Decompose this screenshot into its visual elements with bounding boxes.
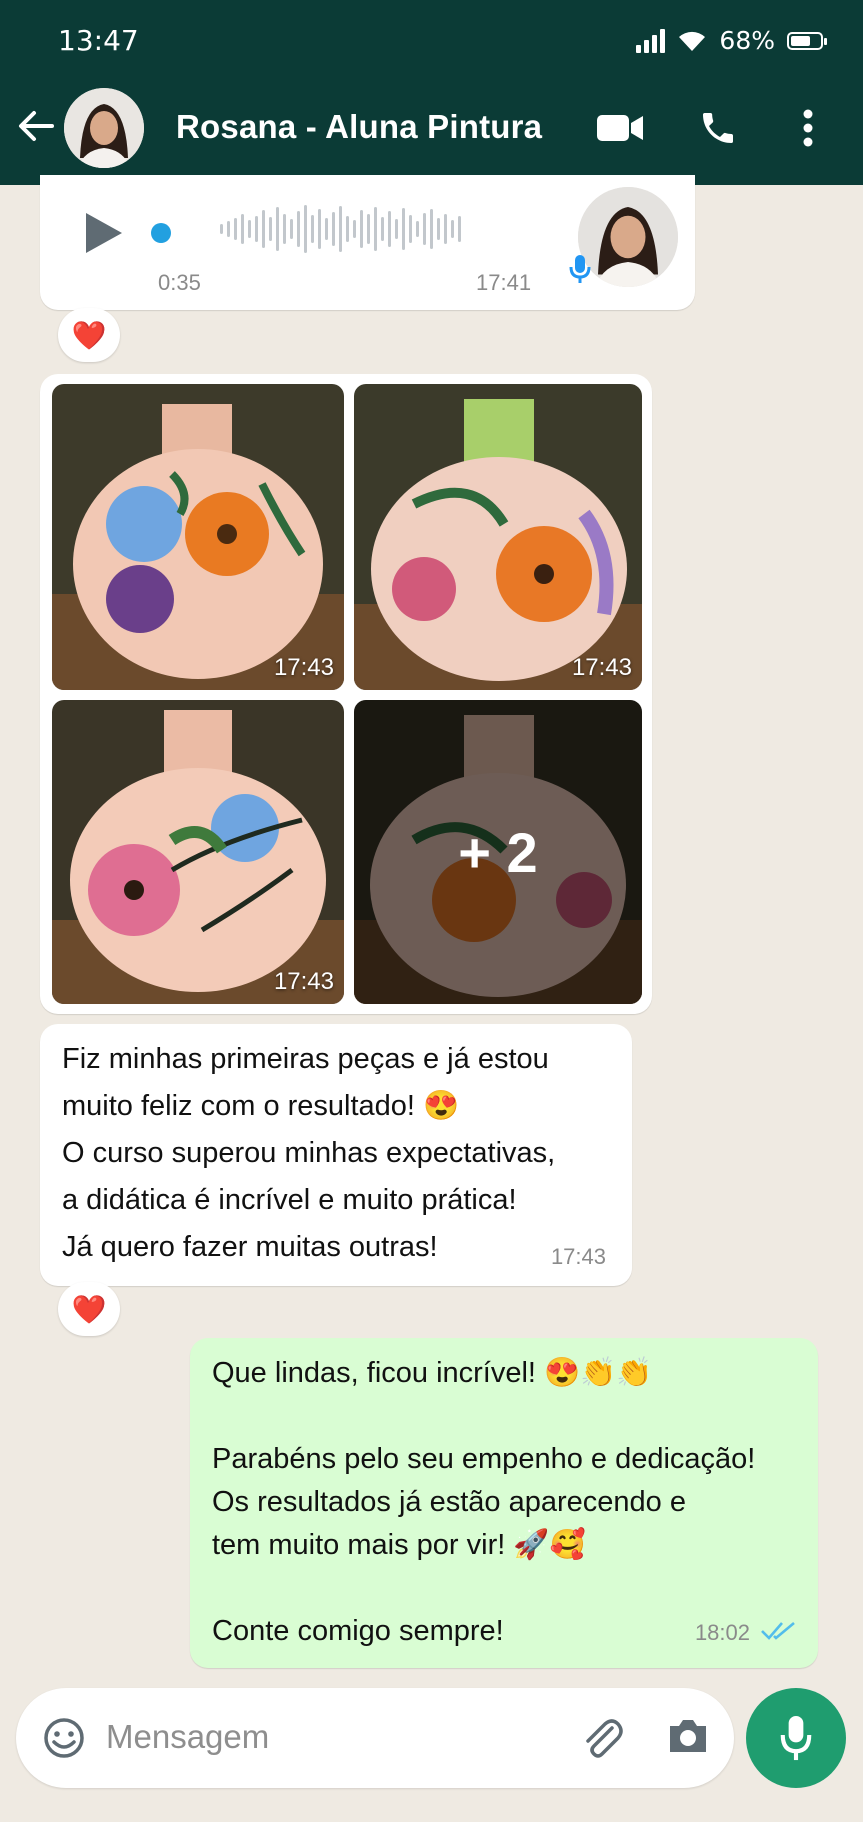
voice-call-icon[interactable] <box>694 104 742 152</box>
contact-name[interactable]: Rosana - Aluna Pintura <box>176 108 542 146</box>
waveform-bar <box>290 219 293 239</box>
waveform-bar <box>276 207 279 251</box>
status-icons: 68% <box>636 26 827 55</box>
waveform-bar <box>227 221 230 237</box>
waveform-bar <box>437 218 440 240</box>
message-composer: Mensagem <box>16 1688 734 1788</box>
waveform-bar <box>430 209 433 249</box>
voice-time: 17:41 <box>476 270 532 295</box>
outgoing-message-time: 18:02 <box>694 1620 750 1645</box>
contact-avatar[interactable] <box>64 88 144 168</box>
waveform-bar <box>395 219 398 239</box>
signal-icon <box>636 28 666 53</box>
waveform-bar <box>444 214 447 244</box>
playback-position-handle[interactable] <box>151 223 171 243</box>
photo-vase-more[interactable]: + 2 <box>354 700 642 1004</box>
waveform-bar <box>283 214 286 244</box>
waveform-bar <box>255 216 258 242</box>
waveform-bar <box>458 216 461 242</box>
audio-waveform[interactable] <box>220 199 461 259</box>
photo-album-bubble: 17:43 17:43 17:43 + 2 <box>40 374 652 1014</box>
mic-badge-icon <box>568 253 592 290</box>
voice-duration: 0:35 <box>158 270 201 295</box>
reaction-heart[interactable]: ❤️ <box>58 308 120 362</box>
wifi-icon <box>679 31 706 51</box>
waveform-bar <box>339 206 342 252</box>
photo-time: 17:43 <box>273 968 334 995</box>
emoji-icon[interactable] <box>42 1716 86 1765</box>
attach-icon[interactable] <box>578 1714 626 1767</box>
sender-avatar <box>578 187 678 287</box>
more-photos-overlay[interactable]: + 2 <box>354 700 642 1004</box>
photo-vase-1[interactable]: 17:43 <box>52 384 344 690</box>
waveform-bar <box>353 220 356 238</box>
heart-reaction-emoji: ❤️ <box>71 319 107 351</box>
app-header: 13:47 68% Rosana - Aluna Pintura <box>0 0 863 185</box>
battery-percent: 68% <box>719 26 775 55</box>
waveform-bar <box>241 214 244 244</box>
waveform-bar <box>381 217 384 241</box>
waveform-bar <box>367 214 370 244</box>
vase-image <box>52 700 344 1004</box>
incoming-message-time: 17:43 <box>550 1244 606 1269</box>
waveform-bar <box>360 210 363 248</box>
waveform-bar <box>262 210 265 248</box>
video-call-icon[interactable] <box>596 104 644 152</box>
waveform-bar <box>325 218 328 240</box>
waveform-bar <box>318 209 321 249</box>
waveform-bar <box>451 220 454 238</box>
waveform-bar <box>332 212 335 246</box>
waveform-bar <box>297 211 300 247</box>
status-time: 13:47 <box>58 24 139 57</box>
play-icon[interactable] <box>82 210 124 261</box>
waveform-bar <box>234 218 237 240</box>
waveform-bar <box>374 207 377 251</box>
photo-time: 17:43 <box>273 654 334 681</box>
voice-message-bubble: 0:35 17:41 <box>40 175 695 310</box>
back-arrow-icon[interactable] <box>14 104 58 148</box>
waveform-bar <box>248 220 251 238</box>
photo-vase-3[interactable]: 17:43 <box>52 700 344 1004</box>
battery-icon <box>787 31 827 50</box>
reaction-heart[interactable]: ❤️ <box>58 1282 120 1336</box>
waveform-bar <box>346 216 349 242</box>
vase-image <box>52 384 344 690</box>
outgoing-message-text: Que lindas, ficou incrível! 😍👏👏 Parabéns… <box>212 1357 756 1647</box>
voice-record-button[interactable] <box>746 1688 846 1788</box>
outgoing-message-bubble: Que lindas, ficou incrível! 😍👏👏 Parabéns… <box>190 1338 818 1668</box>
camera-icon[interactable] <box>666 1716 710 1761</box>
waveform-bar <box>416 221 419 237</box>
waveform-bar <box>409 215 412 243</box>
waveform-bar <box>311 215 314 243</box>
more-options-icon[interactable] <box>784 104 832 152</box>
microphone-icon <box>780 1715 812 1761</box>
photo-vase-2[interactable]: 17:43 <box>354 384 642 690</box>
photo-time: 17:43 <box>571 654 632 681</box>
message-input[interactable]: Mensagem <box>106 1718 269 1756</box>
waveform-bar <box>388 211 391 247</box>
incoming-message-text: Fiz minhas primeiras peças e já estou mu… <box>62 1043 556 1263</box>
waveform-bar <box>220 224 223 234</box>
waveform-bar <box>304 205 307 253</box>
heart-reaction-emoji: ❤️ <box>71 1293 107 1325</box>
read-receipt-icon <box>760 1619 800 1646</box>
waveform-bar <box>269 217 272 241</box>
incoming-message-bubble: Fiz minhas primeiras peças e já estou mu… <box>40 1024 632 1286</box>
waveform-bar <box>402 208 405 250</box>
waveform-bar <box>423 213 426 245</box>
vase-image <box>354 384 642 690</box>
